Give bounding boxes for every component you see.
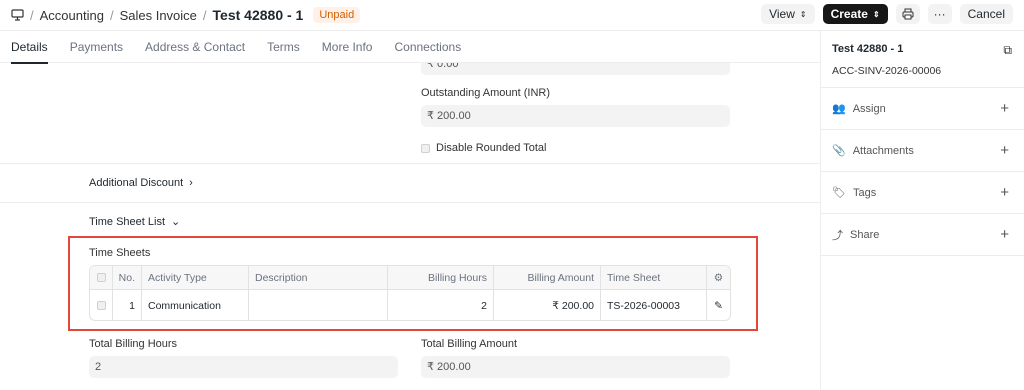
tag-icon: 🏷 [832,187,846,199]
tab-address-contact[interactable]: Address & Contact [134,31,256,63]
divider [0,202,820,203]
breadcrumb-separator: / [30,7,34,23]
printer-icon [902,8,914,20]
print-button[interactable] [895,4,920,24]
desktop-icon[interactable] [11,9,24,21]
total-billing-hours-field[interactable]: 2 [89,356,398,378]
total-billing-amount-label: Total Billing Amount [421,338,517,350]
create-button-label: Create [830,7,868,21]
disable-rounded-total[interactable]: Disable Rounded Total [421,142,546,154]
more-button[interactable]: ··· [927,4,952,24]
create-button[interactable]: Create ⇕ [822,4,888,24]
sidebar-item-label: Attachments [852,144,914,157]
sidebar-item-label: Tags [852,186,877,199]
sidebar-header: Test 42880 - 1 ACC-SINV-2026-00006 ⧉ [821,31,1024,88]
breadcrumb-module[interactable]: Accounting [40,8,104,23]
plus-icon[interactable]: + [1000,142,1009,159]
page-title: Test 42880 - 1 [212,7,304,23]
view-button-label: View [769,7,795,21]
sidebar-doc-id: ACC-SINV-2026-00006 [832,65,942,77]
additional-discount-label: Additional Discount [89,177,184,189]
main-form: ₹ 0.00 Outstanding Amount (INR) ₹ 200.00… [0,63,820,390]
sidebar-item-assign[interactable]: 👥 Assign + [821,88,1024,130]
status-badge: Unpaid [313,7,361,23]
cancel-button[interactable]: Cancel [959,4,1013,24]
tab-payments[interactable]: Payments [59,31,134,63]
breadcrumb-separator: / [109,7,114,23]
additional-discount-section[interactable]: Additional Discount › [89,177,193,189]
plus-icon[interactable]: + [1000,184,1009,201]
sidebar-item-share[interactable]: ⤴ Share + [821,214,1024,256]
total-billing-amount-field[interactable]: ₹ 200.00 [421,356,730,378]
view-button[interactable]: View ⇕ [761,4,815,24]
user-icon: 👥 [832,103,846,115]
plus-icon[interactable]: + [1000,226,1009,243]
outstanding-amount-label: Outstanding Amount (INR) [421,87,551,99]
sidebar-item-tags[interactable]: 🏷 Tags + [821,172,1024,214]
tab-more-info[interactable]: More Info [311,31,384,63]
sidebar: Test 42880 - 1 ACC-SINV-2026-00006 ⧉ 👥 A… [820,31,1024,390]
timesheet-list-section[interactable]: Time Sheet List ⌄ [89,215,181,229]
share-icon: ⤴ [832,229,843,242]
paperclip-icon: 📎 [832,145,846,157]
tab-bar: Details Payments Address & Contact Terms… [0,31,820,64]
outstanding-amount-field[interactable]: ₹ 200.00 [421,105,730,127]
copy-icon[interactable]: ⧉ [1003,43,1012,58]
chevron-updown-icon: ⇕ [799,9,807,19]
tab-connections[interactable]: Connections [383,31,472,63]
breadcrumb-separator: / [202,7,207,23]
sidebar-item-label: Share [850,228,880,241]
chevron-updown-icon: ⇕ [872,9,880,19]
chevron-down-icon: ⌄ [171,216,181,228]
breadcrumb-doctype[interactable]: Sales Invoice [120,8,197,23]
plus-icon[interactable]: + [1000,100,1009,117]
highlight-box [68,236,758,331]
more-icon: ··· [933,7,946,21]
sidebar-item-label: Assign [852,102,886,115]
disable-rounded-total-label: Disable Rounded Total [436,142,547,154]
divider [0,163,820,164]
total-billing-hours-label: Total Billing Hours [89,338,178,350]
breadcrumb: / Accounting / Sales Invoice / Test 4288… [0,7,361,23]
amount-field[interactable]: ₹ 0.00 [421,63,730,75]
tab-terms[interactable]: Terms [256,31,311,63]
chevron-right-icon: › [189,177,193,189]
timesheet-list-label: Time Sheet List [89,215,166,228]
top-bar: / Accounting / Sales Invoice / Test 4288… [0,0,1024,31]
sidebar-title: Test 42880 - 1 [832,43,904,55]
sidebar-item-attachments[interactable]: 📎 Attachments + [821,130,1024,172]
disable-rounded-total-checkbox[interactable] [421,143,430,153]
tab-details[interactable]: Details [0,31,59,64]
